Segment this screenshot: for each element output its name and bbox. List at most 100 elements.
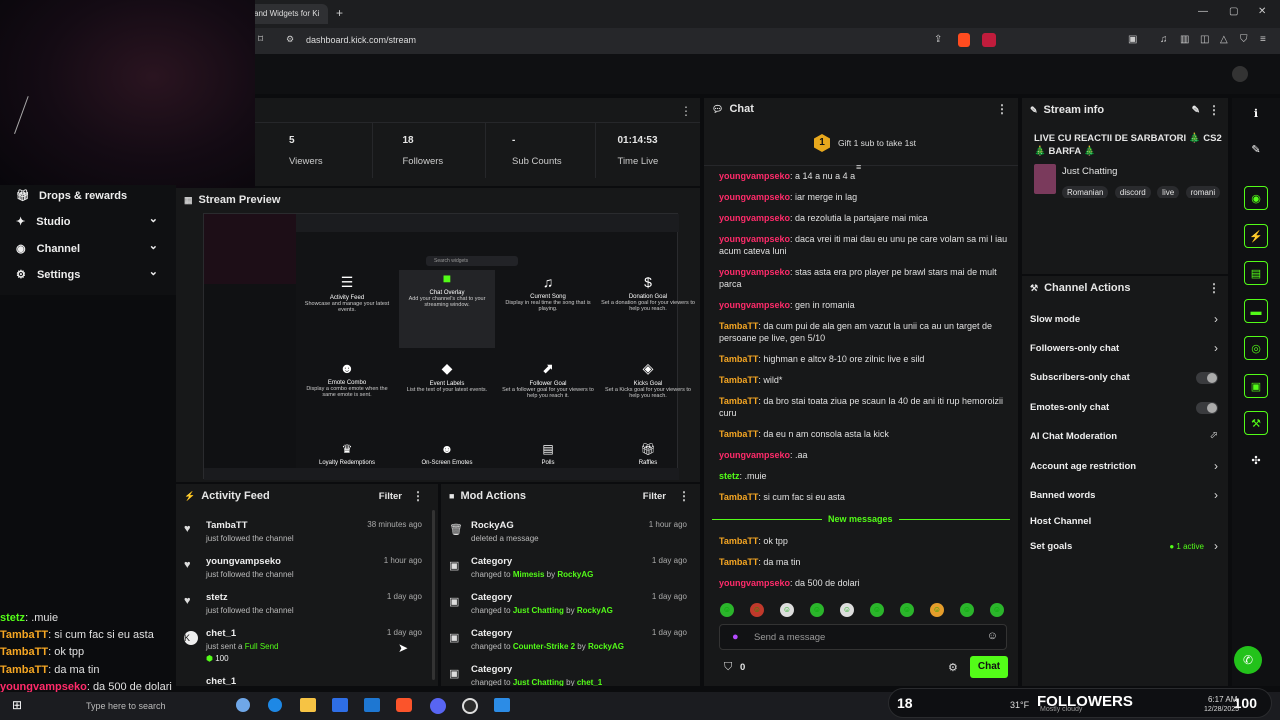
sidebar-item-settings[interactable]: ⚙ Settings ⌄	[16, 266, 166, 281]
chat-username[interactable]: youngvampseko	[719, 267, 790, 277]
tag[interactable]: live	[1157, 186, 1180, 198]
chat-username[interactable]: youngvampseko	[719, 192, 790, 202]
leo-icon[interactable]: △	[1220, 34, 1228, 45]
emote-icon[interactable]: ☺	[840, 603, 854, 617]
subscribers-only-toggle[interactable]	[1196, 372, 1218, 384]
feed-user[interactable]: stetz	[206, 592, 228, 603]
category-name[interactable]: Just Chatting	[1062, 166, 1117, 177]
kebab-icon[interactable]: ⋮	[412, 489, 424, 503]
url-field[interactable]: dashboard.kick.com/stream	[306, 35, 416, 45]
kebab-icon[interactable]: ⋮	[678, 489, 690, 503]
mod-target[interactable]: Counter-Strike 2	[513, 642, 575, 651]
scrollbar[interactable]	[432, 510, 435, 680]
emote-icon[interactable]: ☺	[810, 603, 824, 617]
tag[interactable]: romani	[1185, 186, 1221, 198]
feed-user[interactable]: youngvampseko	[206, 556, 281, 567]
action-ai-moderation[interactable]: AI Chat Moderation ⬀	[1022, 430, 1228, 455]
edit-icon[interactable]: ✎	[1192, 105, 1200, 116]
media-icon[interactable]: ♫	[1160, 34, 1168, 45]
maximize-button[interactable]: ▢	[1229, 6, 1238, 17]
discord-icon[interactable]	[430, 698, 446, 714]
chat-settings-icon[interactable]: ⚙	[948, 661, 958, 674]
pencil-icon[interactable]: ✎	[1244, 138, 1268, 162]
store-icon[interactable]	[332, 698, 348, 712]
chat-username[interactable]: TambaTT	[719, 354, 758, 364]
mod-who[interactable]: RockyAG	[577, 606, 613, 615]
broadcast-icon[interactable]: ◎	[1244, 336, 1268, 360]
chat-username[interactable]: youngvampseko	[719, 450, 790, 460]
emote-icon[interactable]: ☺	[990, 603, 1004, 617]
windows-start-icon[interactable]: ⊞	[12, 698, 22, 712]
menu-icon[interactable]: ≡	[1260, 34, 1266, 45]
action-set-goals[interactable]: Set goals ● 1 active ›	[1022, 539, 1228, 565]
copilot-icon[interactable]	[236, 698, 250, 712]
feed-user[interactable]: chet_1	[206, 676, 236, 686]
sidebar-item-studio[interactable]: ✦ Studio ⌄	[16, 213, 166, 228]
clock-date[interactable]: 12/28/2025	[1204, 706, 1239, 713]
bolt-icon[interactable]: ⚡	[1244, 224, 1268, 248]
emote-icon[interactable]: ☺	[930, 603, 944, 617]
clock-time[interactable]: 6:17 AM	[1208, 695, 1237, 704]
mod-who[interactable]: chet_1	[577, 678, 602, 686]
emote-icon[interactable]: ☺	[900, 603, 914, 617]
mod-target[interactable]: Mimesis	[513, 570, 545, 579]
action-banned-words[interactable]: Banned words ›	[1022, 488, 1228, 514]
kebab-icon[interactable]: ⋮	[680, 104, 692, 118]
obs-icon[interactable]	[462, 698, 478, 714]
stream-preview-video[interactable]: Search widgets ☰ Activity Feed Showcase an…	[203, 213, 695, 480]
mod-who[interactable]: RockyAG	[588, 642, 624, 651]
chat-username[interactable]: TambaTT	[719, 429, 758, 439]
site-info-icon[interactable]: ⚙	[286, 34, 294, 45]
chat-username[interactable]: TambaTT	[719, 557, 758, 567]
action-slow-mode[interactable]: Slow mode ›	[1022, 312, 1228, 338]
kicks-icon[interactable]: ⛉	[724, 661, 732, 674]
tag[interactable]: discord	[1114, 186, 1151, 198]
sidebar-item-drops[interactable]: 🎁︎ Drops & rewards	[16, 189, 127, 202]
chat-username[interactable]: TambaTT	[719, 396, 758, 406]
chat-username[interactable]: TambaTT	[719, 375, 758, 385]
wallet-icon[interactable]: ◫	[1200, 34, 1209, 45]
browser-tab[interactable]: and Widgets for Ki	[248, 4, 328, 24]
tag[interactable]: Romanian	[1062, 186, 1109, 198]
emote-icon[interactable]: ☺	[750, 603, 764, 617]
mod-icon[interactable]: ▣	[1244, 374, 1268, 398]
chat-username[interactable]: TambaTT	[0, 646, 48, 658]
mod-target[interactable]: Just Chatting	[513, 678, 564, 686]
feed-user[interactable]: chet_1	[206, 628, 236, 639]
mod-target[interactable]: Just Chatting	[513, 606, 564, 615]
emotes-only-toggle[interactable]	[1196, 402, 1218, 414]
support-button[interactable]: ✆	[1234, 646, 1262, 674]
brave-rewards-icon[interactable]	[982, 33, 996, 47]
chat-username[interactable]: youngvampseko	[0, 681, 87, 693]
weather-temp[interactable]: 31°F	[1010, 700, 1029, 710]
kebab-icon[interactable]: ⋮	[1208, 103, 1220, 117]
sidebar-toggle-icon[interactable]: ▥	[1180, 34, 1189, 45]
emote-icon[interactable]: ☺	[780, 603, 794, 617]
chat-username[interactable]: youngvampseko	[719, 213, 790, 223]
camera-icon[interactable]: ◉	[1244, 186, 1268, 210]
mail-icon[interactable]	[364, 698, 380, 712]
chat-username[interactable]: TambaTT	[0, 664, 48, 676]
action-host-channel[interactable]: Host Channel	[1022, 516, 1228, 540]
chat-send-button[interactable]: Chat	[970, 656, 1008, 678]
new-tab-button[interactable]: +	[336, 6, 343, 20]
kebab-icon[interactable]: ⋮	[1208, 281, 1220, 295]
info-icon[interactable]: ℹ	[1244, 102, 1268, 126]
chat-username[interactable]: youngvampseko	[719, 300, 790, 310]
mod-who[interactable]: RockyAG	[557, 570, 593, 579]
file-explorer-icon[interactable]	[300, 698, 316, 712]
chat-username[interactable]: TambaTT	[719, 536, 758, 546]
emote-icon[interactable]: ☺	[960, 603, 974, 617]
emote-icon[interactable]: ☺	[870, 603, 884, 617]
chat-username[interactable]: youngvampseko	[719, 171, 790, 181]
minimize-button[interactable]: —	[1198, 6, 1208, 17]
kebab-icon[interactable]: ⋮	[996, 102, 1008, 116]
wrench-icon[interactable]: ⚒	[1244, 411, 1268, 435]
close-window-button[interactable]: ✕	[1258, 6, 1266, 17]
app-icon[interactable]	[494, 698, 510, 712]
chat-username[interactable]: TambaTT	[0, 629, 48, 641]
avatar[interactable]	[1232, 66, 1248, 82]
microphone-icon[interactable]: ●	[732, 631, 739, 643]
share-icon[interactable]: ⇪	[934, 34, 942, 45]
gift-leaderboard[interactable]: 1 Gift 1 sub to take 1st ≡	[704, 122, 1018, 172]
